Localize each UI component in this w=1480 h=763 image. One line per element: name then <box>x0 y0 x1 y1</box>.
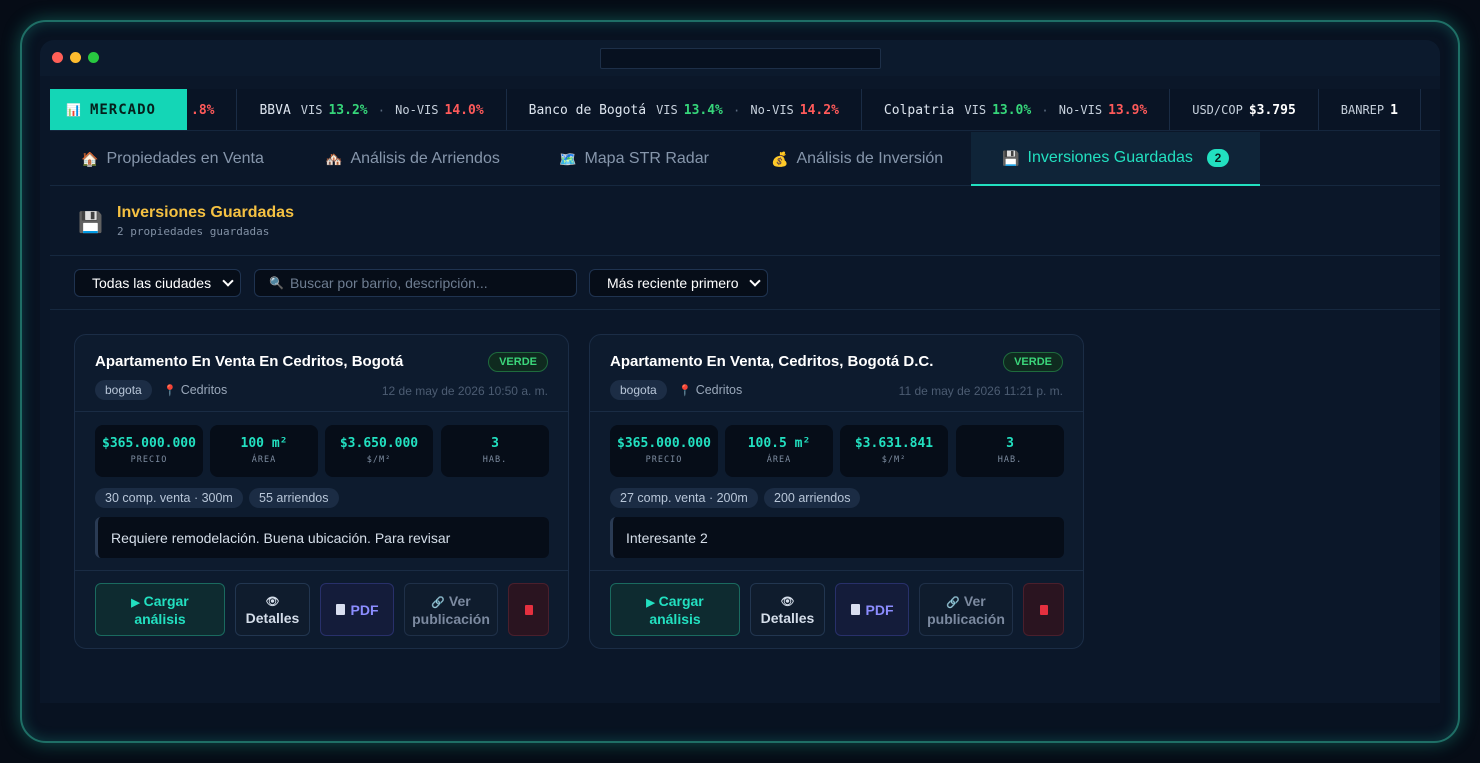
search-box: 🔍 <box>254 269 577 297</box>
trash-icon <box>524 604 533 615</box>
load-analysis-button[interactable]: ▶ Cargar análisis <box>610 583 740 636</box>
divider <box>75 411 568 412</box>
maximize-window-button[interactable] <box>88 52 99 63</box>
city-select[interactable]: Todas las ciudades <box>74 269 241 297</box>
close-window-button[interactable] <box>52 52 63 63</box>
divider <box>590 411 1083 412</box>
comps-pill: 30 comp. venta · 300m <box>95 488 243 508</box>
ticker-item-bank: Colpatria VIS 13.0% · No-VIS 13.9% <box>862 89 1171 130</box>
tab-inversiones-guardadas[interactable]: 💾 Inversiones Guardadas 2 <box>971 132 1260 186</box>
details-button[interactable]: 👁 Detalles <box>235 583 310 636</box>
page-subtitle: 2 propiedades guardadas <box>117 225 270 238</box>
load-analysis-button[interactable]: ▶ Cargar análisis <box>95 583 225 636</box>
app-content: 📊 MERCADO .8% BBVA VIS 13.2% · No-VIS 14… <box>50 76 1440 703</box>
saved-date: 12 de may de 2026 10:50 a. m. <box>381 384 548 398</box>
rentals-pill: 55 arriendos <box>249 488 339 508</box>
app-window: 📊 MERCADO .8% BBVA VIS 13.2% · No-VIS 14… <box>40 40 1440 703</box>
comps-pill: 27 comp. venta · 200m <box>610 488 758 508</box>
card-note: Requiere remodelación. Buena ubicación. … <box>95 517 549 558</box>
floppy-disk-icon: 💾 <box>78 212 103 234</box>
card-note: Interesante 2 <box>610 517 1064 558</box>
saved-count-badge: 2 <box>1206 149 1229 167</box>
stat-price-per-m2: $3.631.841 $/M² <box>840 425 948 477</box>
map-icon: 🗺️ <box>559 150 577 167</box>
search-icon: 🔍 <box>269 276 284 290</box>
address-bar[interactable] <box>600 48 881 69</box>
status-badge: VERDE <box>1003 352 1063 372</box>
title-bar <box>40 40 1440 76</box>
ticker-item-fx: USD/COP $3.795 <box>1170 89 1319 130</box>
sort-select[interactable]: Más reciente primero <box>589 269 768 297</box>
saved-investment-card: Apartamento En Venta En Cedritos, Bogotá… <box>74 334 569 649</box>
location-pin-icon: 📍 <box>678 384 692 397</box>
market-ticker: 📊 MERCADO .8% BBVA VIS 13.2% · No-VIS 14… <box>50 89 1440 131</box>
pdf-button[interactable]: PDF <box>835 583 909 636</box>
status-badge: VERDE <box>488 352 548 372</box>
ticker-label: 📊 MERCADO <box>50 89 187 130</box>
card-title: Apartamento En Venta, Cedritos, Bogotá D… <box>610 353 934 370</box>
stat-price: $365.000.000 PRECIO <box>95 425 203 477</box>
saved-investment-card: Apartamento En Venta, Cedritos, Bogotá D… <box>589 334 1084 649</box>
tab-analisis-inversion[interactable]: 💰 Análisis de Inversión <box>771 132 943 186</box>
search-input[interactable] <box>289 275 570 291</box>
ticker-item-bank: BBVA VIS 13.2% · No-VIS 14.0% <box>237 89 507 130</box>
location-pin-icon: 📍 <box>163 384 177 397</box>
ticker-item-banrep: BANREP 1 <box>1319 89 1421 130</box>
tab-mapa-str-radar[interactable]: 🗺️ Mapa STR Radar <box>559 132 709 186</box>
ticker-track: .8% BBVA VIS 13.2% · No-VIS 14.0% Banco … <box>187 89 1421 130</box>
chevron-down-icon <box>222 275 234 287</box>
eye-icon: 👁 <box>780 595 795 608</box>
stat-area: 100 m² ÁREA <box>210 425 318 477</box>
divider <box>590 570 1083 571</box>
ticker-item-bank: Banco de Bogotá VIS 13.4% · No-VIS 14.2% <box>507 89 862 130</box>
trash-icon <box>1039 604 1048 615</box>
stat-price-per-m2: $3.650.000 $/M² <box>325 425 433 477</box>
link-icon: 🔗 <box>946 596 960 609</box>
view-listing-button[interactable]: 🔗 Ver publicación <box>919 583 1013 636</box>
bar-chart-icon: 📊 <box>66 103 82 117</box>
city-tag: bogota <box>95 380 152 400</box>
main-tabs: 🏠 Propiedades en Venta 🏘️ Análisis de Ar… <box>50 132 1440 186</box>
chevron-down-icon <box>749 275 761 287</box>
view-listing-button[interactable]: 🔗 Ver publicación <box>404 583 498 636</box>
eye-icon: 👁 <box>265 595 280 608</box>
barrio-label: 📍 Cedritos <box>163 383 228 397</box>
page-title: Inversiones Guardadas <box>117 204 294 221</box>
stat-rooms: 3 HAB. <box>441 425 549 477</box>
ticker-item-fragment: .8% <box>187 89 238 130</box>
filters-bar: Todas las ciudades 🔍 Más reciente primer… <box>50 256 1440 310</box>
rentals-pill: 200 arriendos <box>764 488 861 508</box>
document-icon <box>335 604 345 615</box>
details-button[interactable]: 👁 Detalles <box>750 583 825 636</box>
saved-date: 11 de may de 2026 11:21 p. m. <box>898 384 1063 398</box>
minimize-window-button[interactable] <box>70 52 81 63</box>
barrio-label: 📍 Cedritos <box>678 383 743 397</box>
delete-button[interactable] <box>1023 583 1064 636</box>
play-icon: ▶ <box>646 596 655 609</box>
link-icon: 🔗 <box>431 596 445 609</box>
stat-area: 100.5 m² ÁREA <box>725 425 833 477</box>
tab-propiedades-venta[interactable]: 🏠 Propiedades en Venta <box>81 132 264 186</box>
divider <box>75 570 568 571</box>
stat-rooms: 3 HAB. <box>956 425 1064 477</box>
houses-icon: 🏘️ <box>325 150 343 167</box>
delete-button[interactable] <box>508 583 549 636</box>
stat-price: $365.000.000 PRECIO <box>610 425 718 477</box>
section-header: 💾 Inversiones Guardadas 2 propiedades gu… <box>50 186 1440 256</box>
play-icon: ▶ <box>131 596 140 609</box>
house-icon: 🏠 <box>81 150 99 167</box>
pdf-button[interactable]: PDF <box>320 583 394 636</box>
document-icon <box>850 604 860 615</box>
city-tag: bogota <box>610 380 667 400</box>
tab-analisis-arriendos[interactable]: 🏘️ Análisis de Arriendos <box>325 132 500 186</box>
money-bag-icon: 💰 <box>771 150 789 167</box>
floppy-disk-icon: 💾 <box>1002 149 1020 166</box>
card-title: Apartamento En Venta En Cedritos, Bogotá <box>95 353 404 370</box>
